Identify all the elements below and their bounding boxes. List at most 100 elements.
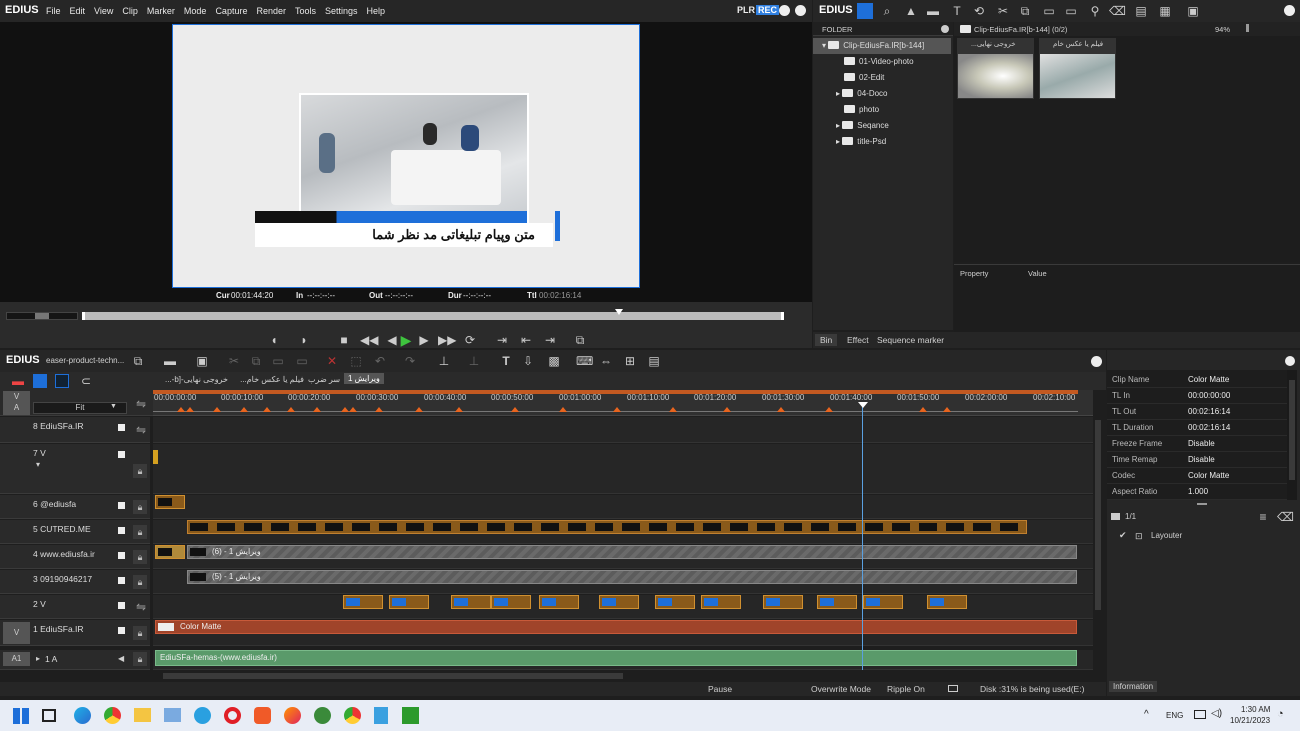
track-lane[interactable]: [153, 417, 1093, 443]
ripple-mode[interactable]: Ripple On: [887, 684, 925, 694]
clip[interactable]: [763, 595, 803, 609]
clip[interactable]: [491, 595, 531, 609]
playhead-marker[interactable]: [615, 309, 623, 315]
set-in-icon[interactable]: ◖: [266, 332, 282, 348]
tab-sequence-marker[interactable]: Sequence marker: [877, 335, 944, 345]
sync-icon[interactable]: ⇔: [598, 353, 614, 369]
lock-icon[interactable]: 🔒︎: [133, 464, 147, 478]
clip-thumb[interactable]: خروجی نهایی...: [957, 38, 1034, 99]
folder-item[interactable]: ▸ Seqance: [813, 118, 889, 134]
menu-file[interactable]: File: [46, 6, 61, 16]
clip[interactable]: [817, 595, 857, 609]
menu-render[interactable]: Render: [256, 6, 286, 16]
link-icon[interactable]: ⚲: [1087, 3, 1103, 19]
sequence-menu-icon[interactable]: ⧉: [130, 353, 146, 369]
track-header[interactable]: 5 CUTRED.ME 🔒︎: [0, 520, 150, 544]
clock-date[interactable]: 10/21/2023: [1230, 716, 1270, 725]
clip[interactable]: [701, 595, 741, 609]
undo-icon[interactable]: ↶: [372, 353, 388, 369]
cut-icon[interactable]: ✂: [995, 3, 1011, 19]
menu-capture[interactable]: Capture: [215, 6, 247, 16]
multicam-icon[interactable]: ⊞: [622, 353, 638, 369]
delete-icon[interactable]: ⌫: [1109, 3, 1126, 19]
check-icon[interactable]: ✔: [1119, 530, 1127, 541]
opera-icon[interactable]: [224, 707, 241, 724]
clip[interactable]: [451, 595, 491, 609]
folder-close-icon[interactable]: [941, 25, 949, 33]
clip-strip[interactable]: [187, 520, 1027, 534]
start-icon[interactable]: [13, 708, 29, 724]
lock-icon[interactable]: 🔒︎: [133, 575, 147, 589]
playhead-line[interactable]: [862, 406, 863, 670]
clip[interactable]: ویرایش 1 - (5): [187, 570, 1077, 584]
fast-forward-icon[interactable]: ▶▶: [438, 332, 456, 348]
chrome-beta-icon[interactable]: [344, 707, 361, 724]
trash-icon[interactable]: ⌫: [1277, 509, 1294, 525]
track-header[interactable]: A1 ▸ 1 A ◀ 🔒︎: [0, 650, 150, 670]
split-icon[interactable]: ⬚: [348, 353, 364, 369]
expand-icon[interactable]: ▾: [36, 460, 40, 469]
mixer-icon[interactable]: ⊥: [466, 353, 482, 369]
track-visibility-icon[interactable]: [118, 552, 125, 559]
menu-tools[interactable]: Tools: [295, 6, 316, 16]
info-vscroll[interactable]: [1287, 370, 1297, 500]
color-matte-clip[interactable]: Color Matte: [155, 620, 1077, 634]
folder-view-icon[interactable]: [857, 3, 873, 19]
group-icon[interactable]: ⊂: [78, 373, 94, 389]
preview-frame[interactable]: متن وپیام تبلیغاتی مد نظر شما: [172, 24, 640, 288]
track-lane[interactable]: [153, 520, 1093, 544]
marker-icon[interactable]: [313, 407, 321, 412]
marker-icon[interactable]: [177, 407, 185, 412]
view-mode-icon[interactable]: ▦: [1157, 3, 1173, 19]
brave-icon[interactable]: [254, 707, 271, 724]
clip[interactable]: [343, 595, 383, 609]
expand-icon[interactable]: ▸: [36, 654, 40, 663]
audio-clip[interactable]: EdiuSFa-hemas-(www.ediusfa.ir): [155, 650, 1077, 666]
track-header[interactable]: 2 V ⇋: [0, 595, 150, 619]
lock-icon[interactable]: 🔒︎: [133, 652, 147, 666]
track-visibility-icon[interactable]: [118, 577, 125, 584]
zoom-dropdown-icon[interactable]: ▼: [110, 403, 117, 410]
lock-icon[interactable]: 🔒︎: [133, 500, 147, 514]
lock-icon[interactable]: 🔒︎: [133, 525, 147, 539]
track-lane[interactable]: [153, 495, 1093, 519]
marker-icon[interactable]: [287, 407, 295, 412]
clip[interactable]: [539, 595, 579, 609]
track-lane[interactable]: EdiuSFa-hemas-(www.ediusfa.ir): [153, 650, 1093, 670]
track-header[interactable]: 4 www.ediusfa.ir 🔒︎: [0, 545, 150, 569]
folder-item[interactable]: 01-Video-photo: [813, 54, 914, 70]
search-icon[interactable]: ⌕: [879, 3, 895, 19]
track-sync-icon[interactable]: ⇋: [133, 599, 149, 615]
title-timeline-icon[interactable]: T: [498, 353, 514, 369]
clip-small[interactable]: [153, 450, 158, 464]
track-lane[interactable]: [153, 595, 1093, 619]
info-divider[interactable]: [1197, 503, 1207, 505]
marker-icon[interactable]: [777, 407, 785, 412]
marker-icon[interactable]: [723, 407, 731, 412]
marker-icon[interactable]: [669, 407, 677, 412]
clip[interactable]: [389, 595, 429, 609]
marker-icon[interactable]: [825, 407, 833, 412]
sync-lock-icon[interactable]: [33, 374, 47, 388]
tab-effect[interactable]: Effect: [847, 335, 869, 345]
bin-settings-icon[interactable]: ▣: [1185, 3, 1201, 19]
track-visibility-icon[interactable]: [118, 527, 125, 534]
track-visibility-icon[interactable]: [118, 424, 125, 431]
list-icon[interactable]: ▤: [646, 353, 662, 369]
track-sync-icon[interactable]: ⇋: [133, 396, 149, 412]
overwrite-icon[interactable]: ⇤: [518, 332, 534, 348]
clip[interactable]: [155, 495, 185, 509]
loop-bin-icon[interactable]: ⟲: [971, 3, 987, 19]
folder-item[interactable]: ▸ 04-Doco: [813, 86, 888, 102]
seq-tab-active[interactable]: ویرایش 1: [344, 373, 384, 384]
ripple-icon[interactable]: [55, 374, 69, 388]
folder-item[interactable]: ▸ title-Psd: [813, 134, 886, 150]
zoom-slider-thumb[interactable]: [1246, 24, 1249, 32]
info-close-icon[interactable]: [1285, 356, 1295, 366]
track-header[interactable]: 8 EdiuSFa.IR ⇋: [0, 417, 150, 443]
set-out-icon[interactable]: ◗: [296, 332, 312, 348]
plr-button[interactable]: PLR: [737, 5, 755, 15]
notepad-icon[interactable]: [374, 707, 388, 724]
marker-icon[interactable]: [919, 407, 927, 412]
volume-icon[interactable]: ◁): [1211, 708, 1222, 719]
